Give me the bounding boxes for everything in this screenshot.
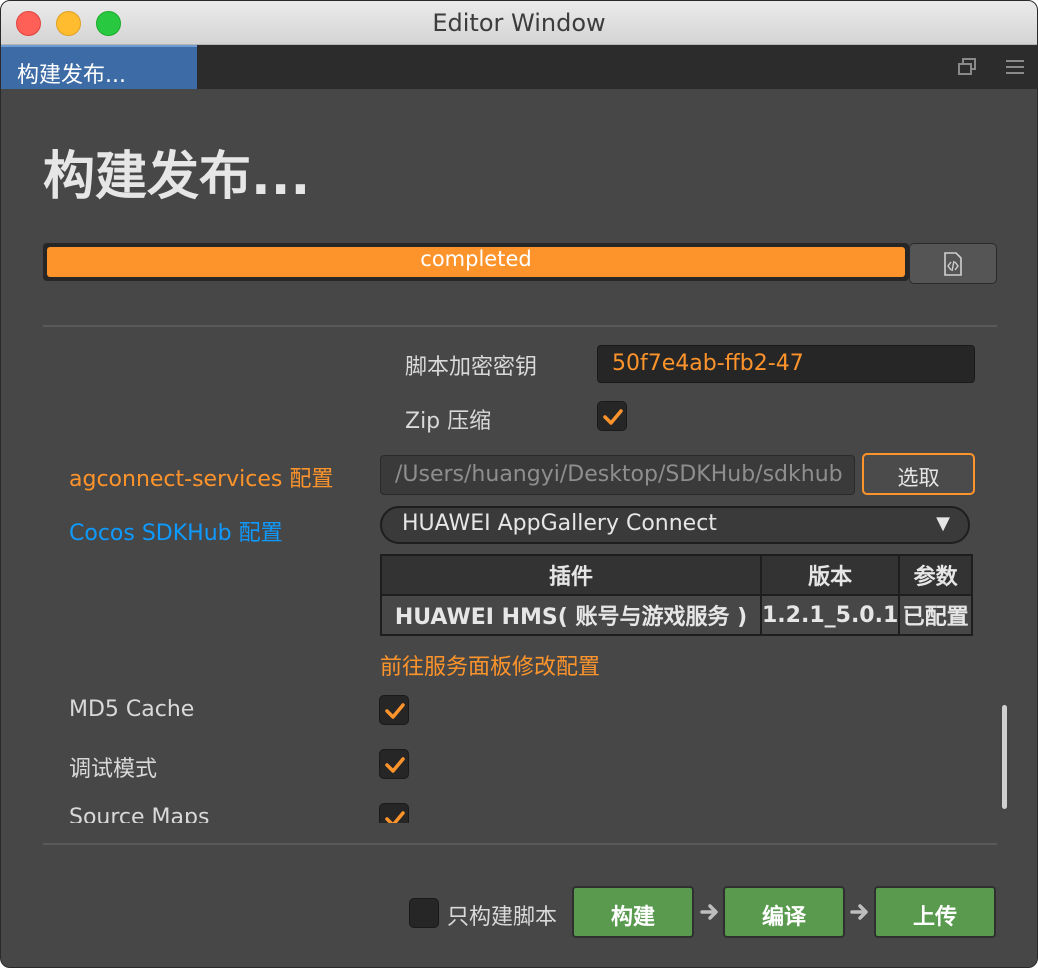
settings-scroll-clip: Source Maps xyxy=(43,791,998,823)
sdkhub-config-label: Cocos SDKHub 配置 xyxy=(69,521,283,546)
table-row: HUAWEI HMS( 账号与游戏服务 ) 1.2.1_5.0.1 已配置 xyxy=(380,594,973,636)
code-file-icon xyxy=(944,252,962,276)
popout-icon[interactable] xyxy=(956,57,978,77)
column-header-version: 版本 xyxy=(759,554,901,596)
source-maps-checkbox[interactable] xyxy=(379,803,409,823)
plugin-table: 插件 版本 参数 HUAWEI HMS( 账号与游戏服务 ) 1.2.1_5.0… xyxy=(380,554,973,636)
md5-cache-label: MD5 Cache xyxy=(69,697,195,722)
divider-bottom xyxy=(43,843,997,845)
menu-icon[interactable] xyxy=(1004,57,1026,77)
column-header-params: 参数 xyxy=(898,554,973,596)
build-button[interactable]: 构建 xyxy=(572,886,694,938)
encrypt-key-field[interactable]: 50f7e4ab-ffb2-47 xyxy=(597,345,975,383)
title-bar: Editor Window xyxy=(1,1,1037,45)
script-only-label: 只构建脚本 xyxy=(447,905,558,930)
tab-bar: 构建发布... xyxy=(1,45,1037,89)
page-title: 构建发布... xyxy=(43,147,311,207)
source-maps-label: Source Maps xyxy=(69,805,210,823)
plugin-params-cell: 已配置 xyxy=(898,594,973,636)
build-progress-bar: completed xyxy=(43,243,909,281)
divider-top xyxy=(43,325,997,327)
tab-build-publish[interactable]: 构建发布... xyxy=(1,45,197,89)
encrypt-key-label: 脚本加密密钥 xyxy=(405,355,538,380)
plugin-name-cell: HUAWEI HMS( 账号与游戏服务 ) xyxy=(380,594,762,636)
checkmark-icon xyxy=(385,757,405,773)
arrow-right-icon xyxy=(700,904,718,920)
agconnect-config-label: agconnect-services 配置 xyxy=(69,467,334,492)
scrollbar-thumb[interactable] xyxy=(1002,705,1007,809)
progress-status-text: completed xyxy=(420,247,532,271)
compile-button[interactable]: 编译 xyxy=(723,886,845,938)
zip-label: Zip 压缩 xyxy=(405,409,492,434)
md5-cache-checkbox[interactable] xyxy=(379,695,409,725)
zip-checkbox[interactable] xyxy=(597,401,627,431)
agconnect-path-field[interactable]: /Users/huangyi/Desktop/SDKHub/sdkhub xyxy=(380,455,855,495)
table-header-row: 插件 版本 参数 xyxy=(380,554,973,596)
column-header-plugin: 插件 xyxy=(380,554,762,596)
debug-mode-checkbox[interactable] xyxy=(379,749,409,779)
select-file-button[interactable]: 选取 xyxy=(862,453,975,495)
checkmark-icon xyxy=(385,703,405,719)
checkmark-icon xyxy=(385,811,405,823)
sdkhub-selected-value: HUAWEI AppGallery Connect xyxy=(402,511,717,536)
sdkhub-config-select[interactable]: HUAWEI AppGallery Connect ▼ xyxy=(380,506,970,544)
open-log-button[interactable] xyxy=(909,243,997,284)
service-panel-link[interactable]: 前往服务面板修改配置 xyxy=(380,649,600,681)
editor-window: Editor Window 构建发布... 构建发布... completed … xyxy=(0,0,1038,968)
dropdown-arrow-icon: ▼ xyxy=(936,513,950,534)
window-title: Editor Window xyxy=(432,9,606,37)
plugin-version-cell: 1.2.1_5.0.1 xyxy=(759,594,901,636)
checkmark-icon xyxy=(603,409,623,425)
upload-button[interactable]: 上传 xyxy=(874,886,996,938)
arrow-right-icon xyxy=(850,904,868,920)
debug-mode-label: 调试模式 xyxy=(69,757,158,782)
script-only-checkbox[interactable] xyxy=(409,898,439,928)
